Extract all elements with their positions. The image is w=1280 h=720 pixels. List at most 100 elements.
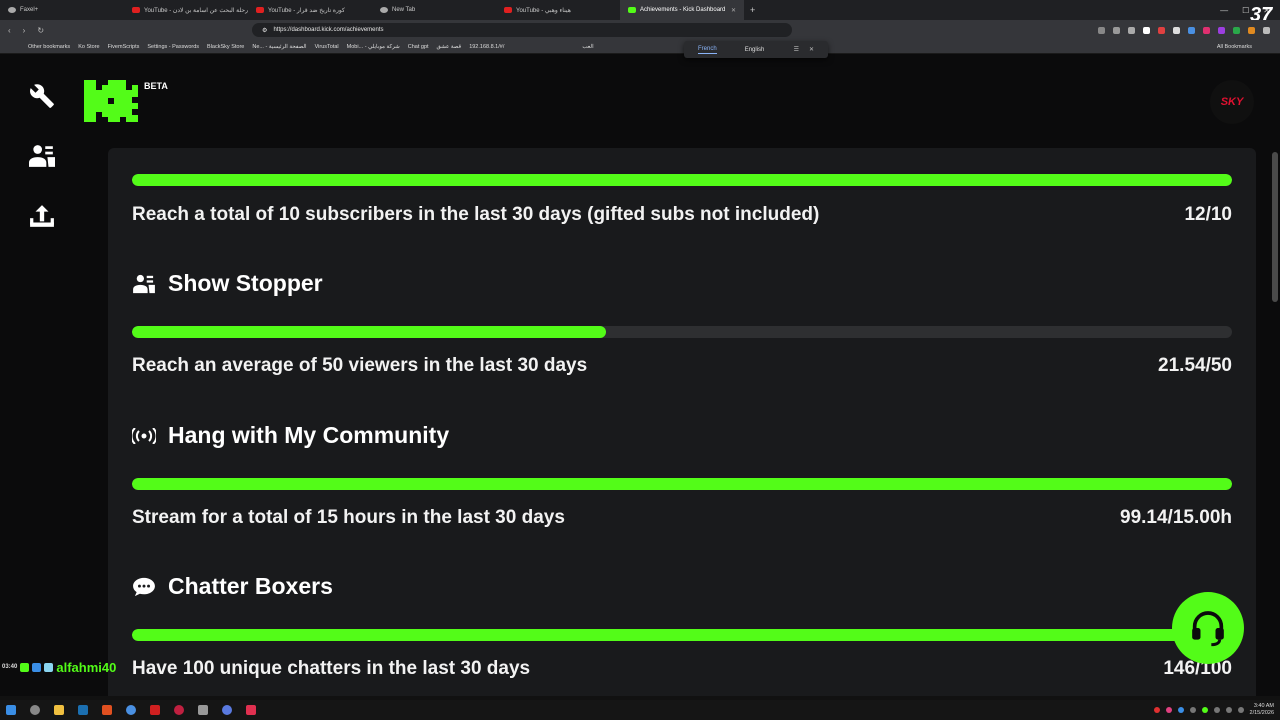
achievement-title: Hang with My Community (168, 422, 450, 448)
app-icon[interactable] (246, 705, 256, 715)
maximize-icon[interactable]: ☐ (1242, 6, 1249, 15)
browser-tab[interactable]: YouTube - هيناء وهبي (496, 0, 620, 20)
viewers-icon (132, 272, 156, 296)
upload-icon[interactable] (28, 202, 56, 230)
tab-label: YouTube - هيناء وهبي (516, 7, 571, 14)
translate-target-language[interactable]: English (745, 47, 765, 53)
achievement-heading: Chatter Boxers (132, 573, 333, 600)
search-icon[interactable] (30, 705, 40, 715)
new-tab-button[interactable]: + (744, 5, 761, 15)
achievement-heading: Show Stopper (132, 270, 323, 297)
tab-label: YouTube - كورة تاريخ ضد قرار (268, 7, 345, 14)
close-tab-icon[interactable]: ✕ (731, 7, 736, 14)
bookmark-item[interactable]: العب (582, 44, 593, 50)
bookmark-item[interactable]: 192.168.8.1/#/ (469, 44, 504, 50)
extension-icon[interactable] (1248, 26, 1255, 34)
browser-tab[interactable]: YouTube - كورة تاريخ ضد قرار (248, 0, 372, 20)
address-bar-row: ‹ › ↻ ⚙ https://dashboard.kick.com/achie… (0, 20, 1280, 40)
headset-icon (1192, 611, 1224, 647)
achievement-value: 12/10 (1184, 204, 1232, 225)
rewards-icon[interactable] (1158, 26, 1165, 34)
avatar[interactable]: SKY (1210, 80, 1254, 124)
translate-popup: French English ☰ ✕ (684, 41, 828, 58)
bookmark-item[interactable]: Mobi... - شركة موبايلي (347, 44, 400, 50)
progress-bar (132, 478, 1232, 490)
wifi-icon[interactable] (1225, 707, 1232, 713)
wrench-icon[interactable] (28, 82, 56, 110)
forward-icon[interactable]: › (23, 26, 26, 35)
tray-icon[interactable] (1153, 707, 1160, 713)
menu-icon[interactable] (1263, 26, 1270, 34)
achievements-panel: Reach a total of 10 subscribers in the l… (108, 148, 1256, 696)
tray-icon[interactable] (1165, 707, 1172, 713)
back-icon[interactable]: ‹ (8, 26, 11, 35)
achievement-title: Show Stopper (168, 270, 323, 296)
dashboard-sidebar (0, 56, 84, 696)
kick-badge-icon (20, 662, 30, 672)
steam-icon[interactable] (78, 705, 88, 715)
brave-icon[interactable] (102, 705, 112, 715)
kick-logo[interactable] (84, 80, 142, 127)
bookmark-item[interactable]: Ne... - الصفحة الرئيسية (252, 44, 306, 50)
app-icon[interactable] (198, 705, 208, 715)
translate-icon[interactable] (1098, 26, 1105, 34)
system-tray: 3:40 AM 2/15/2026 (1153, 703, 1274, 717)
system-clock[interactable]: 3:40 AM 2/15/2026 (1250, 703, 1274, 717)
reload-icon[interactable]: ↻ (37, 26, 44, 35)
extension-icon[interactable] (1173, 26, 1180, 34)
adobe-icon[interactable] (150, 705, 160, 715)
tray-icon[interactable] (1177, 707, 1184, 713)
bookmark-item[interactable]: BlackSky Store (207, 44, 244, 50)
bookmark-item[interactable]: Other bookmarks (28, 44, 70, 50)
achievement-description: Have 100 unique chatters in the last 30 … (132, 658, 531, 679)
browser-tab[interactable]: New Tab (372, 0, 496, 20)
chrome-icon[interactable] (126, 705, 136, 715)
extension-icon[interactable] (1188, 26, 1195, 34)
tray-icon[interactable] (1213, 707, 1220, 713)
translate-source-language[interactable]: French (698, 46, 717, 54)
progress-bar (132, 326, 1232, 338)
page-scrollbar[interactable] (1272, 152, 1278, 302)
close-icon[interactable]: ✕ (809, 46, 814, 53)
url-field[interactable]: ⚙ https://dashboard.kick.com/achievement… (252, 23, 793, 37)
zoom-icon[interactable] (1113, 26, 1120, 34)
share-icon[interactable] (1128, 26, 1135, 34)
progress-fill (132, 629, 1232, 641)
browser-tab[interactable]: Faxel+ (0, 0, 124, 20)
opera-icon[interactable] (174, 705, 184, 715)
bookmark-item[interactable]: Ko Store (78, 44, 99, 50)
stream-chat-overlay: 03:40 alfahmi40 (2, 658, 116, 676)
browser-tab[interactable]: YouTube - رحلة البحث عن اسامة بن لادن (124, 0, 248, 20)
browser-tab-active[interactable]: Achievements - Kick Dashboard ✕ (620, 0, 744, 20)
progress-fill (132, 326, 606, 338)
brave-shield-icon[interactable] (1143, 26, 1150, 34)
extension-icon[interactable] (1218, 26, 1225, 34)
all-bookmarks-button[interactable]: All Bookmarks (1217, 44, 1252, 50)
bookmark-item[interactable]: VirusTotal (315, 44, 339, 50)
volume-icon[interactable] (1237, 707, 1244, 713)
moderator-badge-icon (32, 662, 42, 672)
extension-icon[interactable] (1203, 26, 1210, 34)
menu-icon[interactable]: ☰ (794, 46, 799, 53)
community-icon[interactable] (28, 142, 56, 170)
achievement-value: 21.54/50 (1158, 355, 1232, 376)
tray-icon[interactable] (1201, 707, 1208, 713)
discord-icon[interactable] (222, 705, 232, 715)
os-taskbar: 3:40 AM 2/15/2026 (0, 700, 1280, 720)
extension-icon[interactable] (1233, 26, 1240, 34)
bookmark-item[interactable]: Chat gpt (408, 44, 429, 50)
progress-bar (132, 174, 1232, 186)
clock-date: 2/15/2026 (1249, 710, 1274, 716)
support-button[interactable] (1172, 592, 1244, 664)
bookmark-item[interactable]: قصة عشق (437, 44, 462, 50)
bookmark-item[interactable]: Settings - Passwords (147, 44, 199, 50)
file-explorer-icon[interactable] (54, 705, 64, 715)
tray-icon[interactable] (1189, 707, 1196, 713)
minimize-icon[interactable]: — (1220, 6, 1228, 15)
chat-bubble-icon (132, 575, 156, 599)
site-info-icon[interactable]: ⚙ (262, 27, 267, 34)
bookmark-item[interactable]: FivemScripts (108, 44, 140, 50)
windows-start-icon[interactable] (6, 705, 16, 715)
chat-username: alfahmi40 (56, 659, 117, 675)
tab-label: YouTube - رحلة البحث عن اسامة بن لادن (144, 7, 248, 14)
